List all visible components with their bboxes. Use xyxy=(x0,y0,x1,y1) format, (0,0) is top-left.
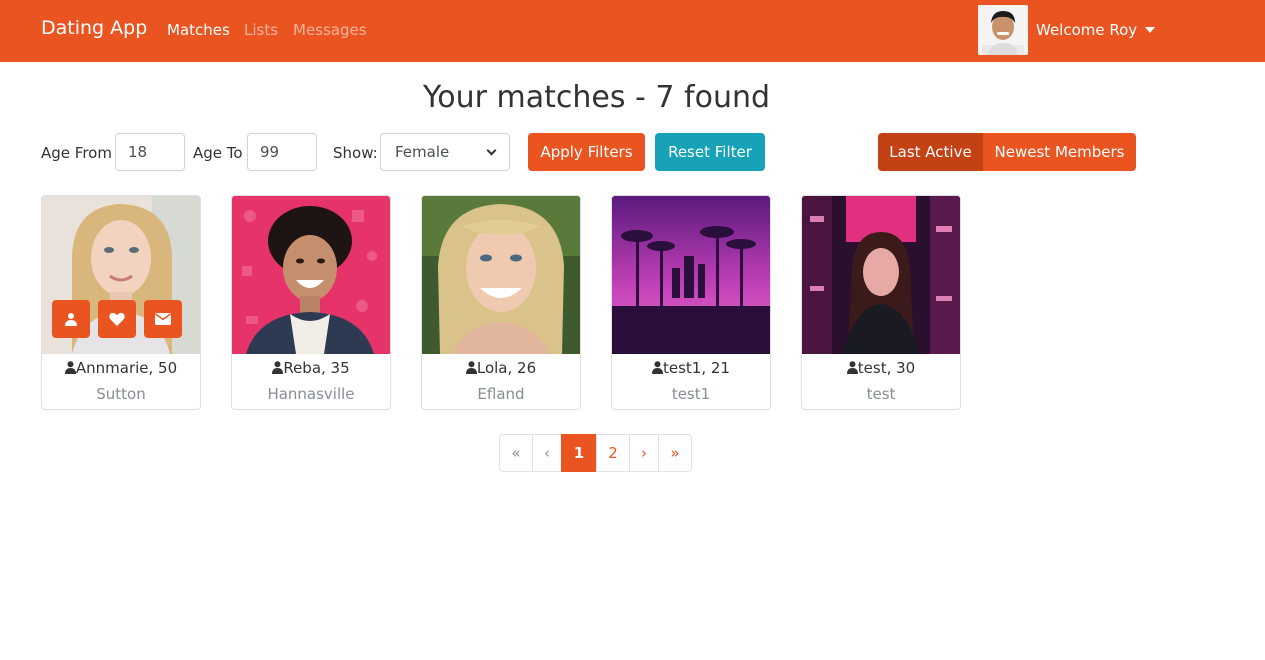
navbar: Dating App Matches Lists Messages Welcom… xyxy=(0,0,1265,62)
member-name-text: Lola, 26 xyxy=(476,359,537,377)
nav-messages[interactable]: Messages xyxy=(293,21,367,39)
page-2-button[interactable]: 2 xyxy=(596,434,630,472)
member-name: Reba, 35 xyxy=(232,359,390,377)
member-city: test1 xyxy=(671,385,711,403)
nav-matches[interactable]: Matches xyxy=(167,21,230,39)
member-photo[interactable] xyxy=(802,196,960,354)
brand-link[interactable]: Dating App xyxy=(41,17,147,39)
user-icon xyxy=(64,361,76,374)
member-photo[interactable] xyxy=(232,196,390,354)
user-icon xyxy=(272,361,284,374)
card-action-buttons xyxy=(52,300,182,338)
member-photo[interactable] xyxy=(42,196,200,354)
user-avatar xyxy=(978,5,1028,55)
member-name: test1, 21 xyxy=(612,359,770,377)
last-active-button[interactable]: Last Active xyxy=(878,133,983,171)
apply-filters-button[interactable]: Apply Filters xyxy=(528,133,645,171)
newest-members-button[interactable]: Newest Members xyxy=(983,133,1136,171)
pagination: « ‹ 1 2 › » xyxy=(499,434,692,472)
nav-lists[interactable]: Lists xyxy=(244,21,278,39)
member-photo[interactable] xyxy=(612,196,770,354)
profile-button[interactable] xyxy=(52,300,90,338)
reset-filter-button[interactable]: Reset Filter xyxy=(655,133,765,171)
user-icon xyxy=(465,361,477,374)
welcome-text: Welcome Roy xyxy=(1036,21,1138,39)
page-title: Your matches - 7 found xyxy=(422,80,771,115)
heart-icon xyxy=(109,312,125,326)
caret-down-icon xyxy=(1145,27,1156,33)
member-city: Hannasville xyxy=(267,385,355,403)
member-city: test xyxy=(866,385,896,403)
member-name: Lola, 26 xyxy=(422,359,580,377)
member-name: test, 30 xyxy=(802,359,960,377)
gender-select[interactable]: Female xyxy=(380,133,510,171)
like-button[interactable] xyxy=(98,300,136,338)
sort-button-group: Last Active Newest Members xyxy=(878,133,1136,171)
member-card[interactable]: Lola, 26 Efland xyxy=(421,195,581,410)
member-name-text: Reba, 35 xyxy=(283,359,350,377)
next-page-button[interactable]: › xyxy=(629,434,659,472)
chevron-down-icon xyxy=(486,145,497,155)
first-page-button[interactable]: « xyxy=(499,434,533,472)
user-icon xyxy=(652,361,663,374)
member-name-text: Annmarie, 50 xyxy=(75,359,178,377)
member-photo[interactable] xyxy=(422,196,580,354)
member-card[interactable]: test, 30 test xyxy=(801,195,961,410)
member-card[interactable]: Annmarie, 50 Sutton xyxy=(41,195,201,410)
member-card[interactable]: Reba, 35 Hannasville xyxy=(231,195,391,410)
gender-select-value: Female xyxy=(395,143,450,161)
prev-page-button[interactable]: ‹ xyxy=(532,434,562,472)
age-to-label: Age To xyxy=(193,144,243,162)
member-name: Annmarie, 50 xyxy=(42,359,200,377)
envelope-icon xyxy=(155,313,171,325)
member-name-text: test1, 21 xyxy=(663,359,730,377)
page-1-button[interactable]: 1 xyxy=(561,434,597,472)
member-city: Sutton xyxy=(96,385,146,403)
member-name-text: test, 30 xyxy=(857,359,916,377)
member-card[interactable]: test1, 21 test1 xyxy=(611,195,771,410)
user-menu-dropdown[interactable]: Welcome Roy xyxy=(978,5,1156,55)
age-to-input[interactable]: 99 xyxy=(247,133,317,171)
user-icon xyxy=(846,361,858,374)
last-page-button[interactable]: » xyxy=(658,434,692,472)
user-icon xyxy=(65,313,77,326)
show-label: Show: xyxy=(333,144,378,162)
age-from-label: Age From xyxy=(41,144,112,162)
member-city: Efland xyxy=(477,385,525,403)
message-button[interactable] xyxy=(144,300,182,338)
age-from-input[interactable]: 18 xyxy=(115,133,185,171)
